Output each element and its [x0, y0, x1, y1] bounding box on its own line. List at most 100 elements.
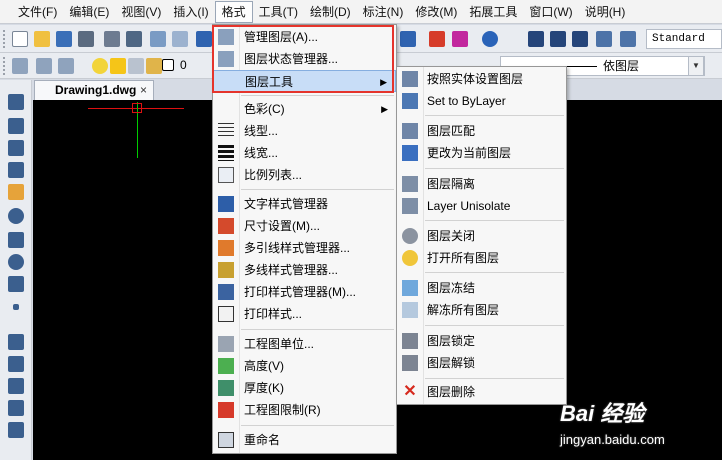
- current-layer-name[interactable]: 0: [180, 58, 187, 72]
- menu-item-plot-style-manager[interactable]: 打印样式管理器(M)...: [213, 281, 396, 303]
- menu-item-units[interactable]: 工程图单位...: [213, 333, 396, 355]
- menu-draw[interactable]: 绘制(D): [304, 1, 357, 23]
- submenu-item-layer-unisolate[interactable]: Layer Unisolate: [397, 195, 566, 217]
- open-folder-icon[interactable]: [34, 31, 50, 47]
- menu-format[interactable]: 格式: [214, 0, 253, 23]
- lock-icon[interactable]: [146, 58, 162, 74]
- find-icon[interactable]: [172, 31, 188, 47]
- menu-item-elevation[interactable]: 高度(V): [213, 355, 396, 377]
- toolbar-grip[interactable]: [3, 57, 7, 75]
- menu-item-label: 工程图单位...: [244, 337, 315, 351]
- arc-3pt-icon[interactable]: [8, 232, 24, 248]
- menu-separator: [241, 189, 394, 190]
- text-find-icon[interactable]: [620, 31, 636, 47]
- submenu-item-layer-unlock[interactable]: 图层解锁: [397, 352, 566, 374]
- menu-file[interactable]: 文件(F): [12, 1, 63, 23]
- menu-item-plot-style[interactable]: 打印样式...: [213, 303, 396, 325]
- menu-item-scale-list[interactable]: 比例列表...: [213, 164, 396, 186]
- sketch-icon[interactable]: [8, 184, 24, 200]
- submenu-item-label: 图层匹配: [427, 124, 476, 138]
- submenu-item-layer-lock[interactable]: 图层锁定: [397, 330, 566, 352]
- delete-icon[interactable]: [429, 31, 445, 47]
- layer-tools-submenu: 按照实体设置图层 Set to ByLayer 图层匹配 更改为当前图层 图层隔…: [396, 66, 567, 405]
- menu-item-dim-style[interactable]: 尺寸设置(M)...: [213, 215, 396, 237]
- polygon-icon[interactable]: [8, 378, 24, 394]
- help-icon[interactable]: [482, 31, 498, 47]
- submenu-item-layer-isolate[interactable]: 图层隔离: [397, 173, 566, 195]
- menu-item-linetype[interactable]: 线型...: [213, 120, 396, 142]
- submenu-item-layer-match[interactable]: 图层匹配: [397, 120, 566, 142]
- submenu-item-label: 打开所有图层: [427, 251, 500, 265]
- menu-dimension[interactable]: 标注(N): [357, 1, 410, 23]
- spline-icon[interactable]: [8, 276, 24, 292]
- print-icon[interactable]: [126, 31, 142, 47]
- menu-item-limits[interactable]: 工程图限制(R): [213, 399, 396, 421]
- submenu-item-layer-freeze[interactable]: 图层冻结: [397, 277, 566, 299]
- menu-item-rename[interactable]: 重命名: [213, 429, 396, 451]
- toolbar-grip[interactable]: [3, 30, 7, 48]
- hatch-icon[interactable]: [8, 356, 24, 372]
- menu-item-text-style[interactable]: 文字样式管理器: [213, 193, 396, 215]
- layer-thaw-all-icon: [402, 302, 418, 318]
- submenu-item-layer-thaw-all[interactable]: 解冻所有图层: [397, 299, 566, 321]
- menu-tools[interactable]: 工具(T): [253, 1, 304, 23]
- cloud-icon[interactable]: [8, 422, 24, 438]
- menu-item-mline-style[interactable]: 多线样式管理器...: [213, 259, 396, 281]
- layer-panel-icon[interactable]: [12, 58, 28, 74]
- text-style-select[interactable]: Standard: [646, 29, 722, 49]
- line-icon[interactable]: [8, 94, 24, 110]
- submenu-item-label: 解冻所有图层: [427, 303, 500, 317]
- text-style-icon: [218, 196, 234, 212]
- text-style-a-icon[interactable]: [572, 31, 588, 47]
- region-icon[interactable]: [8, 400, 24, 416]
- submenu-item-layer-delete[interactable]: ✕ 图层删除: [397, 381, 566, 403]
- submenu-item-layer-on-all[interactable]: 打开所有图层: [397, 247, 566, 269]
- menu-edit[interactable]: 编辑(E): [63, 1, 115, 23]
- light-bulb-icon[interactable]: [92, 58, 108, 74]
- menu-view[interactable]: 视图(V): [115, 1, 167, 23]
- print-preview-icon[interactable]: [150, 31, 166, 47]
- submenu-item-change-to-current[interactable]: 更改为当前图层: [397, 142, 566, 164]
- ellipse-icon[interactable]: [8, 254, 24, 270]
- save-icon[interactable]: [56, 31, 72, 47]
- circle-icon[interactable]: [8, 208, 24, 224]
- menu-item-thickness[interactable]: 厚度(K): [213, 377, 396, 399]
- menu-extensions[interactable]: 拓展工具: [463, 1, 523, 23]
- redo-icon[interactable]: [400, 31, 416, 47]
- chevron-down-icon[interactable]: ▼: [688, 56, 704, 76]
- spellcheck-icon[interactable]: [196, 31, 212, 47]
- layer-color-swatch[interactable]: [162, 59, 174, 71]
- submenu-item-label: Layer Unisolate: [427, 199, 511, 213]
- purge-icon[interactable]: [452, 31, 468, 47]
- menu-insert[interactable]: 插入(I): [167, 1, 214, 23]
- layer-previous-icon[interactable]: [36, 58, 52, 74]
- save-as-icon[interactable]: [78, 31, 94, 47]
- text-a-icon[interactable]: [528, 31, 544, 47]
- sun-icon[interactable]: [110, 58, 126, 74]
- freeze-viewport-icon[interactable]: [128, 58, 144, 74]
- menu-item-color[interactable]: 色彩(C) ▶: [213, 98, 396, 120]
- point-icon[interactable]: [13, 304, 19, 310]
- layer-state-icon[interactable]: [58, 58, 74, 74]
- submenu-item-layer-match-entity[interactable]: 按照实体设置图层: [397, 68, 566, 90]
- submenu-item-layer-off[interactable]: 图层关闭: [397, 225, 566, 247]
- menu-item-lineweight[interactable]: 线宽...: [213, 142, 396, 164]
- rectangle-icon[interactable]: [8, 334, 24, 350]
- text-edit-icon[interactable]: [596, 31, 612, 47]
- submenu-item-set-bylayer[interactable]: Set to ByLayer: [397, 90, 566, 112]
- plot-icon[interactable]: [104, 31, 120, 47]
- document-tab[interactable]: Drawing1.dwg ×: [34, 80, 154, 100]
- polyline-icon[interactable]: [8, 118, 24, 134]
- text-mtext-icon[interactable]: [550, 31, 566, 47]
- menu-item-mleader-style[interactable]: 多引线样式管理器...: [213, 237, 396, 259]
- menu-window[interactable]: 窗口(W): [523, 1, 578, 23]
- close-icon[interactable]: ×: [140, 81, 147, 99]
- construction-line-icon[interactable]: [8, 140, 24, 156]
- arc-icon[interactable]: [8, 162, 24, 178]
- menu-modify[interactable]: 修改(M): [409, 1, 463, 23]
- new-file-icon[interactable]: [12, 31, 28, 47]
- menu-item-label: 重命名: [244, 433, 281, 447]
- menu-help[interactable]: 说明(H): [579, 1, 632, 23]
- set-bylayer-icon: [402, 93, 418, 109]
- menu-item-label: 打印样式...: [244, 307, 303, 321]
